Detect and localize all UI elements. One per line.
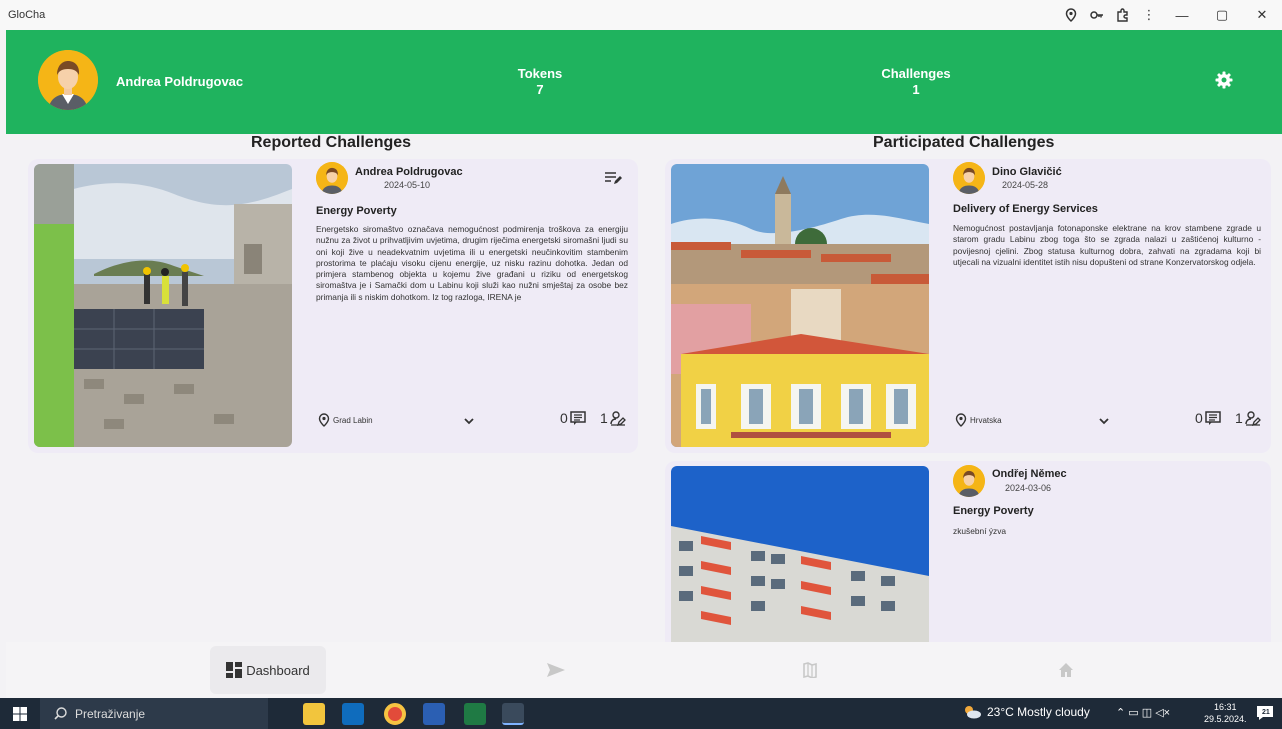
user-name: Andrea Poldrugovac <box>116 74 244 89</box>
challenge-photo-rooftop <box>34 164 292 447</box>
dashboard-icon <box>226 662 243 678</box>
titlebar-controls: ⋮ — ▢ ✕ <box>1058 0 1282 30</box>
tokens-label: Tokens <box>517 66 563 81</box>
card-description: Energetsko siromaštvo označava nemogućno… <box>316 224 628 302</box>
card-title: Delivery of Energy Services <box>953 203 1098 215</box>
file-explorer-icon[interactable] <box>303 703 325 725</box>
challenge-photo-old-town <box>671 164 929 447</box>
tokens-value: 7 <box>536 82 544 97</box>
nav-dashboard[interactable]: Dashboard <box>210 646 326 694</box>
card-author-name: Ondřej Němec <box>992 468 1067 480</box>
location-pin-icon <box>955 413 967 427</box>
comment-count[interactable]: 0 <box>1195 410 1221 426</box>
author-avatar <box>316 162 348 194</box>
author-avatar <box>953 162 985 194</box>
location-text: Grad Labin <box>333 415 373 425</box>
card-title: Energy Poverty <box>316 205 397 217</box>
battery-icon[interactable]: ▭ <box>1128 707 1138 719</box>
card-location: Hrvatska <box>955 413 1002 427</box>
profile-header: Andrea Poldrugovac Tokens 7 Challenges 1 <box>6 30 1282 134</box>
windows-logo-icon <box>13 706 27 721</box>
participant-count-value: 1 <box>1235 410 1243 426</box>
outlook-icon[interactable] <box>342 703 364 725</box>
cloud-sun-icon <box>965 706 981 719</box>
card-author-name: Andrea Poldrugovac <box>355 166 463 178</box>
card-title: Energy Poverty <box>953 505 1034 517</box>
home-icon <box>1059 663 1073 677</box>
bottom-navigation: Dashboard <box>6 642 1282 698</box>
key-icon[interactable] <box>1084 0 1110 30</box>
search-icon <box>54 707 67 720</box>
window-title: GloCha <box>8 9 46 21</box>
volume-icon[interactable]: ◁× <box>1155 707 1170 719</box>
reported-challenges-title: Reported Challenges <box>251 134 412 151</box>
close-button[interactable]: ✕ <box>1242 0 1282 30</box>
author-avatar <box>953 465 985 497</box>
os-taskbar: Pretraživanje 23°C Mostly cloudy ⌃ ▭ ◫ ◁… <box>0 698 1282 729</box>
participant-count[interactable]: 1 <box>1235 410 1261 426</box>
participated-challenge-card[interactable]: Dino Glavičić 2024-05-28 Delivery of Ene… <box>665 159 1271 453</box>
taskbar-weather[interactable]: 23°C Mostly cloudy <box>962 705 1090 719</box>
chrome-icon[interactable] <box>384 703 406 725</box>
taskbar-search-placeholder: Pretraživanje <box>75 706 146 721</box>
word-icon[interactable] <box>423 703 445 725</box>
glocha-app-icon[interactable] <box>502 703 524 725</box>
minimize-button[interactable]: — <box>1162 0 1202 30</box>
map-icon <box>803 662 817 678</box>
challenges-value: 1 <box>912 82 920 97</box>
location-icon[interactable] <box>1058 0 1084 30</box>
maximize-button[interactable]: ▢ <box>1202 0 1242 30</box>
chevron-down-icon[interactable] <box>462 414 476 428</box>
challenges-stat: Challenges 1 <box>856 66 976 98</box>
excel-icon[interactable] <box>464 703 486 725</box>
participated-challenge-card[interactable]: Ondřej Němec 2024-03-06 Energy Poverty z… <box>665 461 1271 642</box>
clock-time: 16:31 <box>1214 702 1237 712</box>
person-edit-icon <box>1245 410 1261 426</box>
nav-dashboard-label: Dashboard <box>246 662 310 678</box>
taskbar-clock[interactable]: 16:31 29.5.2024. <box>1204 701 1247 725</box>
edit-icon[interactable] <box>604 170 622 186</box>
extensions-icon[interactable] <box>1110 0 1136 30</box>
notification-count: 21 <box>1262 709 1270 716</box>
card-date: 2024-05-28 <box>1002 180 1049 190</box>
comment-count[interactable]: 0 <box>560 410 586 426</box>
system-tray[interactable]: ⌃ ▭ ◫ ◁× <box>1116 706 1170 719</box>
participant-count[interactable]: 1 <box>600 410 626 426</box>
tray-chevron-up-icon[interactable]: ⌃ <box>1116 707 1125 719</box>
weather-text: 23°C Mostly cloudy <box>987 705 1090 719</box>
window-titlebar: GloCha ⋮ — ▢ ✕ <box>0 0 1282 30</box>
comment-icon <box>570 410 586 425</box>
reported-challenge-card[interactable]: Andrea Poldrugovac 2024-05-10 Energy Pov… <box>28 159 638 453</box>
chevron-down-icon[interactable] <box>1097 414 1111 428</box>
settings-gear-icon[interactable] <box>1214 70 1234 90</box>
more-vertical-icon[interactable]: ⋮ <box>1136 0 1162 30</box>
nav-send[interactable] <box>536 642 576 698</box>
comment-icon <box>1205 410 1221 425</box>
comment-count-value: 0 <box>1195 410 1203 426</box>
participant-count-value: 1 <box>600 410 608 426</box>
comment-count-value: 0 <box>560 410 568 426</box>
card-description: Nemogućnost postavljanja fotonaponske el… <box>953 223 1261 267</box>
windows-start-button[interactable] <box>0 698 40 729</box>
nav-home[interactable] <box>1046 642 1086 698</box>
nav-map[interactable] <box>790 642 830 698</box>
network-icon[interactable]: ◫ <box>1142 707 1152 719</box>
send-icon <box>547 663 565 677</box>
card-date: 2024-03-06 <box>1005 483 1052 493</box>
tokens-stat: Tokens 7 <box>480 66 600 98</box>
person-edit-icon <box>610 410 626 426</box>
taskbar-search[interactable]: Pretraživanje <box>40 698 268 729</box>
challenge-photo-apartment <box>671 466 929 642</box>
notification-center-icon[interactable]: 21 <box>1256 705 1274 721</box>
card-location: Grad Labin <box>318 413 373 427</box>
location-pin-icon <box>318 413 330 427</box>
card-author-name: Dino Glavičić <box>992 166 1062 178</box>
card-description: zkušební ýzva <box>953 526 1007 536</box>
location-text: Hrvatska <box>970 415 1002 425</box>
card-date: 2024-05-10 <box>384 180 431 190</box>
clock-date: 29.5.2024. <box>1204 714 1247 724</box>
user-avatar[interactable] <box>38 50 98 110</box>
challenges-label: Challenges <box>881 66 951 81</box>
participated-challenges-title: Participated Challenges <box>873 134 1055 151</box>
